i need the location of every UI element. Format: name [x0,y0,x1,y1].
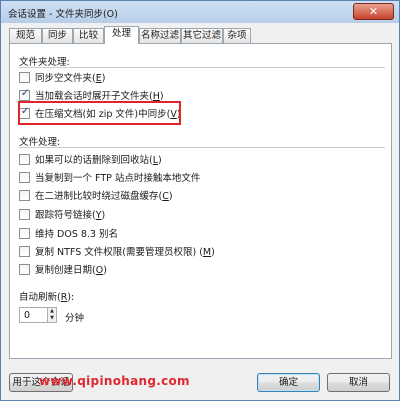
autorefresh-label: 自动刷新(R): [19,292,75,303]
spinner-buttons: ▲ ▼ [47,308,56,322]
checkbox-box[interactable] [19,263,30,275]
checkbox-label: 维持 DOS 8.3 别名 [35,229,118,240]
checkbox-label: 同步空文件夹(E) [35,73,106,84]
checkbox-bypass-disk-cache[interactable]: 在二进制比较时绕过磁盘缓存(C) [19,188,173,202]
checkbox-follow-symlinks[interactable]: 跟踪符号链接(Y) [19,207,105,221]
checkbox-expand-subfolders[interactable]: ✓ 当加载会话时展开子文件夹(H) [19,88,164,102]
tab-name-filter[interactable]: 名称过滤 [139,28,181,43]
handling-panel: 文件夹处理: 同步空文件夹(E) ✓ 当加载会话时展开子文件夹(H) ✓ 在压缩… [9,43,392,359]
spin-up-icon[interactable]: ▲ [48,308,56,315]
watermark: www.qipinohang.com [39,374,190,388]
checkbox-sync-empty-folders[interactable]: 同步空文件夹(E) [19,70,105,84]
tab-misc[interactable]: 杂项 [223,28,251,43]
checkbox-label: 在二进制比较时绕过磁盘缓存(C) [35,191,173,202]
checkbox-box[interactable]: ✓ [19,87,30,101]
tab-compare[interactable]: 比较 [73,28,104,43]
checkbox-label: 如果可以的话删除到回收站(L) [35,155,162,166]
autorefresh-unit: 分钟 [65,313,85,324]
spin-down-icon[interactable]: ▼ [48,315,56,322]
tab-spec[interactable]: 规范 [9,28,42,43]
session-settings-dialog: 会话设置 - 文件夹同步(O) ✕ 规范 同步 比较 处理 名称过滤 其它过滤 … [0,0,400,401]
checkbox-box[interactable] [19,171,30,183]
checkbox-label: 复制创建日期(O) [35,265,107,276]
tab-sync[interactable]: 同步 [42,28,73,43]
checkbox-copy-ntfs-permissions[interactable]: 复制 NTFS 文件权限(需要管理员权限) (M) [19,244,215,258]
checkbox-label: 当加载会话时展开子文件夹(H) [35,91,164,102]
tab-other-filter[interactable]: 其它过滤 [181,28,223,43]
file-section-divider [19,147,385,148]
checkmark-icon: ✓ [21,87,30,99]
ok-button[interactable]: 确定 [257,373,320,392]
file-section-label: 文件处理: [19,137,61,148]
highlight-box [18,101,181,125]
checkbox-copy-creation-date[interactable]: 复制创建日期(O) [19,262,107,276]
autorefresh-value[interactable]: 0 [24,310,30,321]
checkbox-label: 跟踪符号链接(Y) [35,210,106,221]
autorefresh-spinner[interactable]: 0 ▲ ▼ [19,307,57,323]
folder-section-divider [19,67,385,68]
checkbox-box[interactable] [19,153,30,165]
checkbox-touch-local-files-ftp[interactable]: 当复制到一个 FTP 站点时接触本地文件 [19,170,200,184]
tab-handling[interactable]: 处理 [104,26,139,44]
title-bar[interactable]: 会话设置 - 文件夹同步(O) ✕ [1,1,399,23]
checkbox-box[interactable] [19,71,30,83]
checkbox-box[interactable] [19,227,30,239]
checkbox-label: 复制 NTFS 文件权限(需要管理员权限) (M) [35,247,215,258]
cancel-button[interactable]: 取消 [327,373,390,392]
window-title: 会话设置 - 文件夹同步(O) [8,9,118,20]
checkbox-box[interactable] [19,245,30,257]
folder-section-label: 文件夹处理: [19,57,70,68]
checkbox-delete-to-recycle-bin[interactable]: 如果可以的话删除到回收站(L) [19,152,162,166]
checkbox-box[interactable] [19,189,30,201]
checkbox-label: 当复制到一个 FTP 站点时接触本地文件 [35,173,201,184]
checkbox-box[interactable] [19,208,30,220]
close-button[interactable]: ✕ [353,3,394,20]
checkbox-keep-dos-alias[interactable]: 维持 DOS 8.3 别名 [19,226,118,240]
